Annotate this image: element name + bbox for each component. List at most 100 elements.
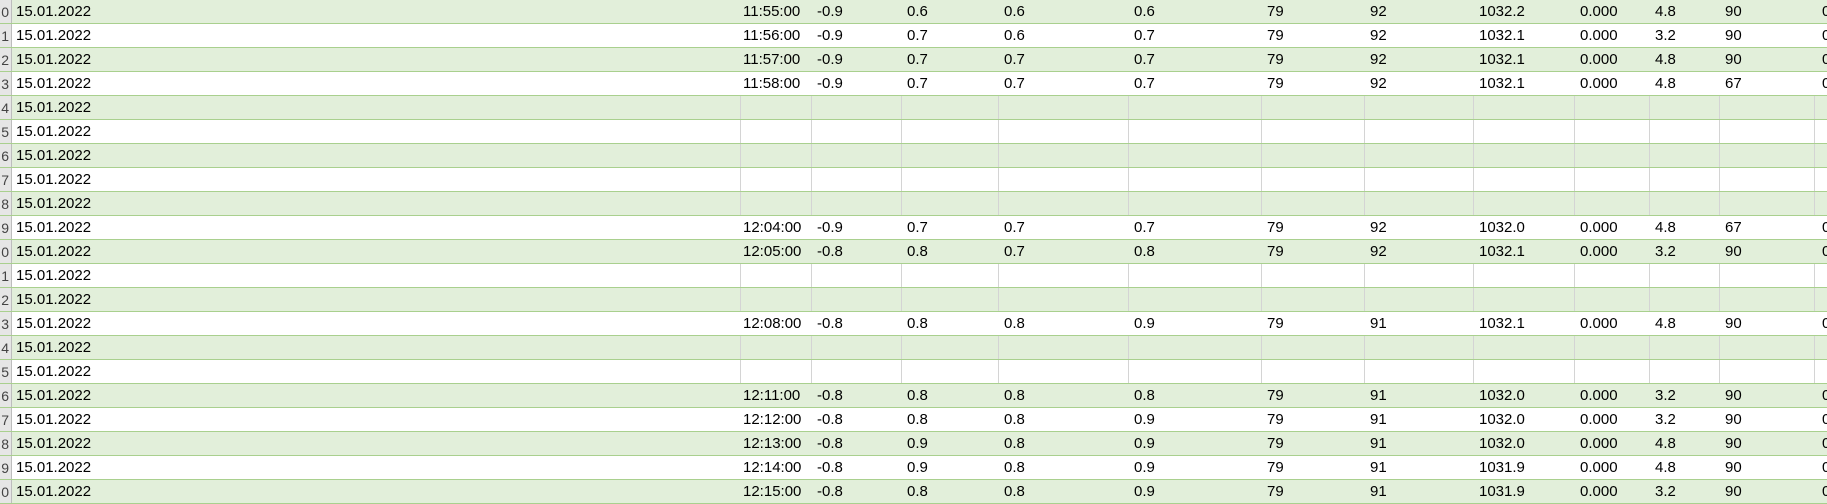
data-cell[interactable]: 90: [1723, 432, 1818, 456]
data-cell[interactable]: 3.2: [1653, 480, 1721, 504]
empty-cell[interactable]: [999, 336, 1129, 360]
empty-cell[interactable]: [1262, 168, 1365, 192]
data-cell[interactable]: 0.7: [1132, 24, 1263, 48]
empty-cell[interactable]: [1129, 168, 1262, 192]
data-cell[interactable]: 12:04:00: [741, 216, 813, 240]
data-cell[interactable]: -0.9: [815, 0, 903, 24]
empty-cell[interactable]: [1720, 288, 1815, 312]
date-cell[interactable]: 15.01.2022: [14, 72, 737, 96]
data-cell[interactable]: 1031.9: [1477, 456, 1576, 480]
date-cell[interactable]: 15.01.2022: [14, 384, 737, 408]
empty-cell[interactable]: [1650, 360, 1720, 384]
empty-cell[interactable]: [1575, 264, 1650, 288]
data-cell[interactable]: 92: [1368, 72, 1475, 96]
data-cell[interactable]: 0: [1820, 432, 1827, 456]
empty-cell[interactable]: [812, 360, 902, 384]
empty-cell[interactable]: [1575, 144, 1650, 168]
data-cell[interactable]: 0.8: [1002, 312, 1130, 336]
empty-cell[interactable]: [1474, 360, 1575, 384]
data-cell[interactable]: 92: [1368, 216, 1475, 240]
empty-cell[interactable]: [1575, 96, 1650, 120]
data-cell[interactable]: 0: [1820, 408, 1827, 432]
data-cell[interactable]: 1032.2: [1477, 0, 1576, 24]
data-cell[interactable]: 0.7: [905, 72, 1000, 96]
empty-cell[interactable]: [1650, 168, 1720, 192]
data-cell[interactable]: 0.8: [1002, 408, 1130, 432]
data-cell[interactable]: -0.8: [815, 384, 903, 408]
empty-cell[interactable]: [812, 264, 902, 288]
data-cell[interactable]: 0.7: [905, 24, 1000, 48]
empty-cell[interactable]: [1720, 144, 1815, 168]
data-cell[interactable]: -0.8: [815, 456, 903, 480]
data-cell[interactable]: 91: [1368, 432, 1475, 456]
data-cell[interactable]: 0.000: [1578, 384, 1651, 408]
date-cell[interactable]: 15.01.2022: [14, 432, 737, 456]
empty-cell[interactable]: [1474, 192, 1575, 216]
empty-cell[interactable]: [902, 336, 999, 360]
empty-cell[interactable]: [739, 360, 812, 384]
row-number[interactable]: 3: [0, 312, 12, 336]
data-cell[interactable]: 0.000: [1578, 0, 1651, 24]
empty-cell[interactable]: [1474, 120, 1575, 144]
data-cell[interactable]: 79: [1265, 216, 1366, 240]
data-cell[interactable]: 91: [1368, 384, 1475, 408]
data-cell[interactable]: 79: [1265, 48, 1366, 72]
empty-cell[interactable]: [1575, 120, 1650, 144]
data-cell[interactable]: 12:13:00: [741, 432, 813, 456]
empty-cell[interactable]: [739, 168, 812, 192]
empty-cell[interactable]: [1575, 168, 1650, 192]
data-cell[interactable]: 1032.1: [1477, 312, 1576, 336]
data-cell[interactable]: -0.9: [815, 24, 903, 48]
data-cell[interactable]: 0.6: [1002, 0, 1130, 24]
row-number[interactable]: 6: [0, 144, 12, 168]
empty-cell[interactable]: [1575, 360, 1650, 384]
data-cell[interactable]: 0.000: [1578, 432, 1651, 456]
data-cell[interactable]: 0.000: [1578, 312, 1651, 336]
empty-cell[interactable]: [902, 168, 999, 192]
empty-cell[interactable]: [1365, 288, 1474, 312]
empty-cell[interactable]: [1365, 120, 1474, 144]
data-cell[interactable]: 4.8: [1653, 216, 1721, 240]
empty-cell[interactable]: [1129, 360, 1262, 384]
empty-cell[interactable]: [1650, 120, 1720, 144]
data-cell[interactable]: 0.9: [1132, 312, 1263, 336]
empty-cell[interactable]: [1474, 168, 1575, 192]
empty-cell[interactable]: [812, 192, 902, 216]
data-cell[interactable]: 0: [1820, 240, 1827, 264]
data-cell[interactable]: 1032.1: [1477, 48, 1576, 72]
empty-cell[interactable]: [999, 168, 1129, 192]
empty-cell[interactable]: [1129, 192, 1262, 216]
empty-cell[interactable]: [1650, 96, 1720, 120]
empty-cell[interactable]: [1575, 288, 1650, 312]
empty-cell[interactable]: [999, 144, 1129, 168]
empty-cell[interactable]: [1262, 192, 1365, 216]
empty-cell[interactable]: [1720, 336, 1815, 360]
data-cell[interactable]: 0.8: [905, 408, 1000, 432]
data-cell[interactable]: 1032.1: [1477, 72, 1576, 96]
data-cell[interactable]: 4.8: [1653, 312, 1721, 336]
data-cell[interactable]: 0.8: [905, 240, 1000, 264]
row-number[interactable]: 0: [0, 240, 12, 264]
date-cell[interactable]: 15.01.2022: [14, 0, 737, 24]
data-cell[interactable]: 1032.0: [1477, 384, 1576, 408]
empty-cell[interactable]: [1365, 192, 1474, 216]
empty-cell[interactable]: [902, 192, 999, 216]
data-cell[interactable]: 0.000: [1578, 456, 1651, 480]
date-cell[interactable]: 15.01.2022: [14, 264, 737, 288]
data-cell[interactable]: 90: [1723, 0, 1818, 24]
empty-cell[interactable]: [812, 144, 902, 168]
empty-cell[interactable]: [1129, 120, 1262, 144]
empty-cell[interactable]: [812, 288, 902, 312]
empty-cell[interactable]: [1262, 144, 1365, 168]
data-cell[interactable]: 0.7: [1002, 72, 1130, 96]
row-number[interactable]: 4: [0, 336, 12, 360]
data-cell[interactable]: 1032.0: [1477, 408, 1576, 432]
data-cell[interactable]: 12:15:00: [741, 480, 813, 504]
data-cell[interactable]: 79: [1265, 240, 1366, 264]
data-cell[interactable]: 0.8: [1002, 480, 1130, 504]
data-cell[interactable]: 92: [1368, 0, 1475, 24]
empty-cell[interactable]: [1129, 288, 1262, 312]
data-cell[interactable]: 12:14:00: [741, 456, 813, 480]
empty-cell[interactable]: [999, 120, 1129, 144]
data-cell[interactable]: 90: [1723, 456, 1818, 480]
